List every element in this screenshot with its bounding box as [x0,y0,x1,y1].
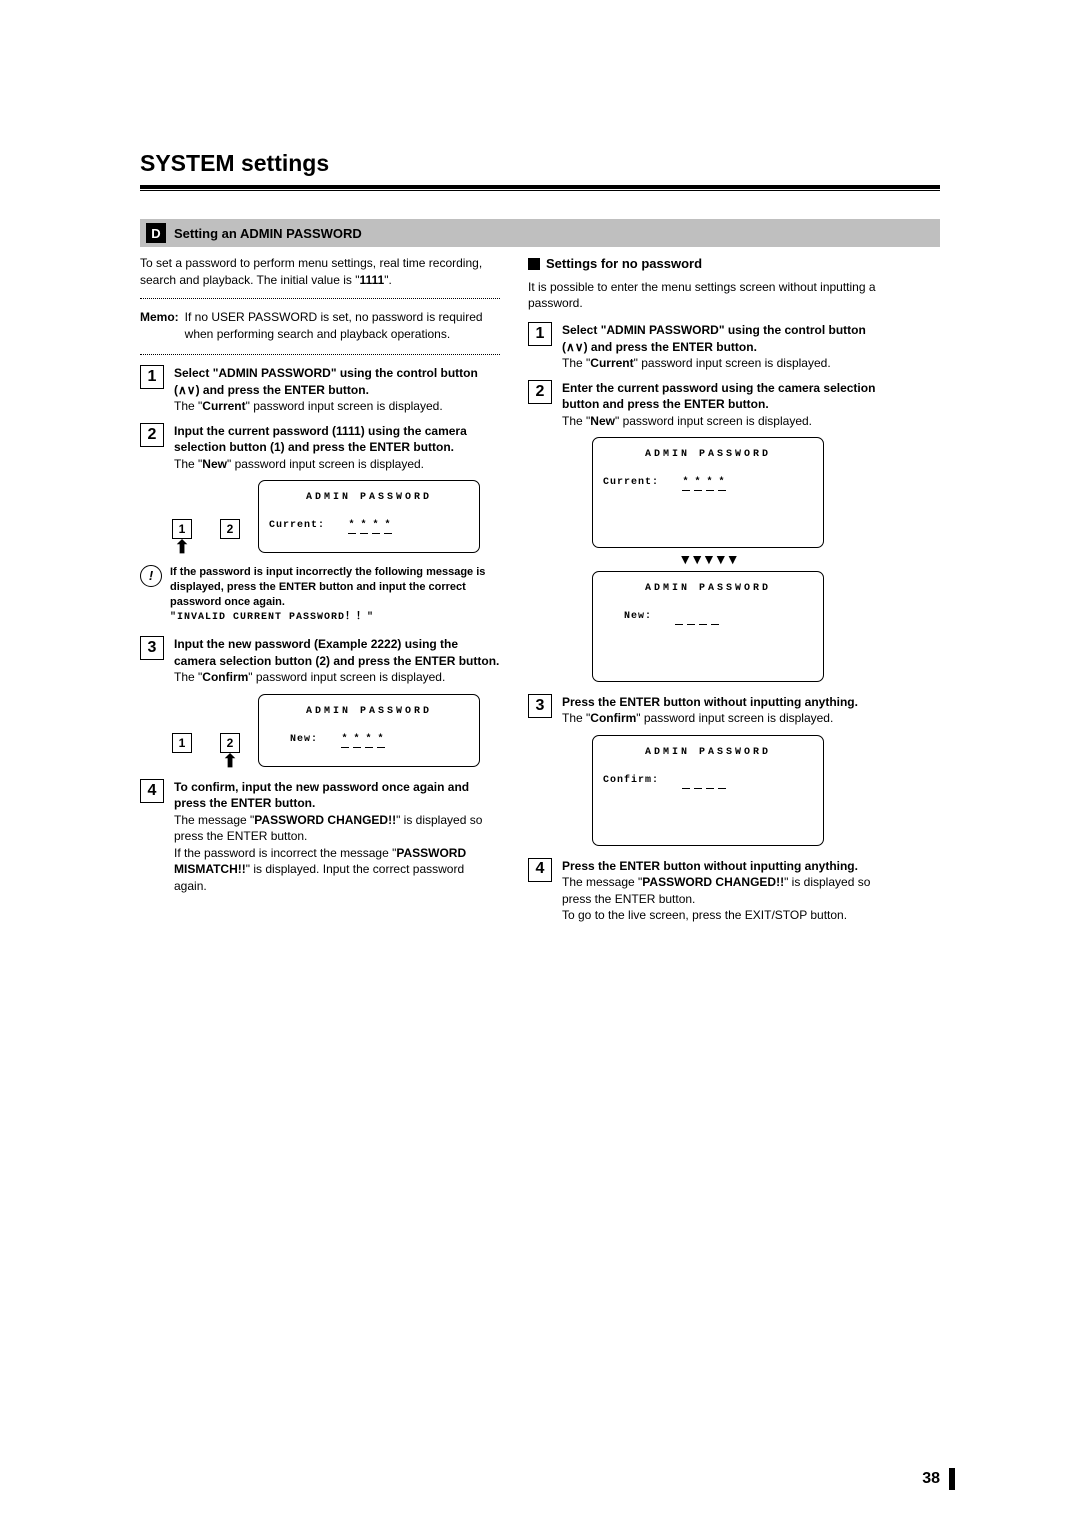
step-head: Input the new password (Example 2222) us… [174,636,500,669]
step-head: Select "ADMIN PASSWORD" using the contro… [562,322,888,355]
step-body-text: The message "PASSWORD CHANGED!!" is disp… [562,874,888,907]
memo: Memo: If no USER PASSWORD is set, no pas… [140,309,500,342]
screen-current: ADMIN PASSWORD Current: **** [592,437,824,548]
left-column: To set a password to perform menu settin… [140,255,500,932]
dotted-separator [140,298,500,299]
screen-row-2: 1 2 ⬆ ADMIN PASSWORD New: **** [140,694,500,767]
step-head: Select "ADMIN PASSWORD" using the contro… [174,365,500,398]
screen-new: ADMIN PASSWORD New: **** [258,694,480,767]
step-head: Press the ENTER button without inputting… [562,858,888,875]
step-body-text: The "New" password input screen is displ… [562,413,888,430]
step-number: 3 [528,694,552,718]
memo-text: If no USER PASSWORD is set, no password … [185,309,500,342]
note-text-a: If the password is input incorrectly the… [170,565,500,611]
section-header: D Setting an ADMIN PASSWORD [140,219,940,247]
step-body-text: The "Confirm" password input screen is d… [562,710,888,727]
screen-row-1: 1 ⬆ 2 ADMIN PASSWORD Current: **** [140,480,500,553]
section-letter: D [146,223,166,243]
right-column: Settings for no password It is possible … [528,255,888,932]
down-arrows-icon: ▼▼▼▼▼ [678,550,737,569]
page-bar [949,1468,955,1490]
step-4: 4 Press the ENTER button without inputti… [528,858,888,924]
arrow-up-icon: ⬆ [174,542,189,553]
step-body-text: The "New" password input screen is displ… [174,456,500,473]
note-text-b: "INVALID CURRENT PASSWORD！！" [170,611,500,625]
up-down-icon: ∧∨ [178,383,196,397]
title-rule [140,185,940,191]
step-3: 3 Press the ENTER button without inputti… [528,694,888,727]
step-body-text: The "Current" password input screen is d… [174,398,500,415]
step-body-text: The "Confirm" password input screen is d… [174,669,500,686]
step-number: 1 [528,322,552,346]
step-3: 3 Input the new password (Example 2222) … [140,636,500,686]
screen-confirm: ADMIN PASSWORD Confirm: [592,735,824,846]
step-number: 4 [140,779,164,803]
camera-button-1: 1 ⬆ [172,519,192,553]
intro-text: To set a password to perform menu settin… [140,255,500,288]
screen-current: ADMIN PASSWORD Current: **** [258,480,480,553]
subheading: Settings for no password [528,255,888,273]
step-2: 2 Enter the current password using the c… [528,380,888,430]
step-1: 1 Select "ADMIN PASSWORD" using the cont… [140,365,500,415]
step-number: 3 [140,636,164,660]
step-4: 4 To confirm, input the new password onc… [140,779,500,895]
step-2: 2 Input the current password (1111) usin… [140,423,500,473]
step-body-text-2: If the password is incorrect the message… [174,845,500,895]
intro-text: It is possible to enter the menu setting… [528,279,888,312]
page-number: 38 [922,1470,940,1488]
step-number: 2 [528,380,552,404]
page-title: SYSTEM settings [140,150,940,177]
camera-button-2: 2 [220,519,240,553]
step-body-text-2: To go to the live screen, press the EXIT… [562,907,888,924]
step-1: 1 Select "ADMIN PASSWORD" using the cont… [528,322,888,372]
step-number: 2 [140,423,164,447]
step-body-text: The "Current" password input screen is d… [562,355,888,372]
step-head: To confirm, input the new password once … [174,779,500,812]
camera-button-2: 2 ⬆ [220,733,240,767]
section-label: Setting an ADMIN PASSWORD [174,226,362,241]
dotted-separator [140,354,500,355]
warning-note: ! If the password is input incorrectly t… [140,565,500,624]
up-down-icon: ∧∨ [566,340,584,354]
step-number: 4 [528,858,552,882]
arrow-up-icon: ⬆ [222,756,237,767]
step-head: Enter the current password using the cam… [562,380,888,413]
step-body-text: The message "PASSWORD CHANGED!!" is disp… [174,812,500,845]
square-marker-icon [528,258,540,270]
camera-button-1: 1 [172,733,192,767]
step-head: Press the ENTER button without inputting… [562,694,888,711]
step-number: 1 [140,365,164,389]
alert-icon: ! [140,565,162,587]
step-head: Input the current password (1111) using … [174,423,500,456]
screen-new: ADMIN PASSWORD New: [592,571,824,682]
memo-label: Memo: [140,309,179,342]
